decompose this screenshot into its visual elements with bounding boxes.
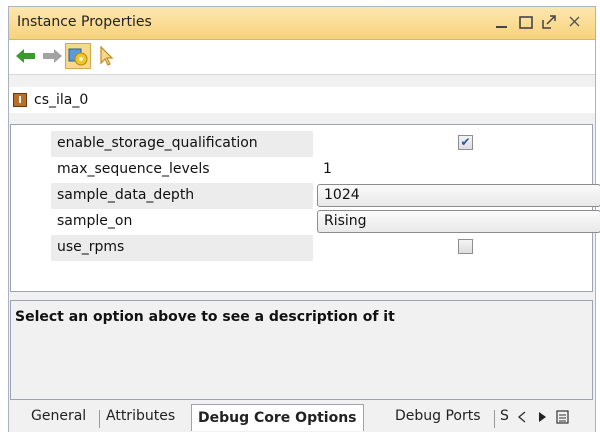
tab-list-icon[interactable] <box>555 408 571 430</box>
tab-general[interactable]: General <box>31 408 86 424</box>
title-bar[interactable]: Instance Properties <box>9 7 595 40</box>
back-arrow-icon[interactable] <box>13 43 39 69</box>
sample-on-dropdown[interactable]: Rising <box>317 210 600 233</box>
property-row[interactable]: max_sequence_levels 1 <box>11 157 592 183</box>
property-label: enable_storage_qualification <box>57 135 258 151</box>
properties-table: enable_storage_qualification ✔ max_seque… <box>10 124 600 292</box>
dropdown-value: Rising <box>324 213 367 229</box>
tab-divider <box>494 410 495 428</box>
close-icon[interactable] <box>564 10 586 34</box>
settings-chip-icon[interactable] <box>65 43 91 69</box>
tab-debug-core-options[interactable]: Debug Core Options <box>191 404 364 431</box>
use-rpms-checkbox[interactable] <box>458 239 473 254</box>
property-row[interactable]: use_rpms <box>11 235 592 261</box>
tab-bar: General Attributes Debug Core Options De… <box>9 402 595 432</box>
property-label: sample_on <box>57 213 133 229</box>
property-label: sample_data_depth <box>57 187 195 203</box>
tab-truncated[interactable]: S <box>500 408 509 424</box>
instance-properties-window: Instance Properties I cs_ila_0 enable_st… <box>8 6 600 432</box>
tab-divider <box>99 410 100 428</box>
select-cursor-icon[interactable] <box>93 43 119 69</box>
forward-arrow-icon[interactable] <box>39 43 65 69</box>
enable-storage-qualification-checkbox[interactable]: ✔ <box>458 135 473 150</box>
minimize-icon[interactable] <box>491 10 513 34</box>
instance-name: cs_ila_0 <box>34 92 89 108</box>
float-window-icon[interactable] <box>539 10 561 34</box>
sample-data-depth-dropdown[interactable]: 1024 <box>317 184 600 207</box>
maximize-icon[interactable] <box>515 10 537 34</box>
instance-header: I cs_ila_0 <box>9 87 595 113</box>
max-sequence-levels-value[interactable]: 1 <box>323 161 332 177</box>
property-row[interactable]: sample_on Rising <box>11 209 600 235</box>
scroll-tabs-right-icon[interactable] <box>535 408 549 430</box>
scroll-tabs-left-icon[interactable] <box>515 408 529 430</box>
property-row[interactable]: enable_storage_qualification ✔ <box>11 131 592 157</box>
tab-attributes[interactable]: Attributes <box>106 408 175 424</box>
instance-icon: I <box>13 93 27 107</box>
window-title: Instance Properties <box>17 14 152 30</box>
property-label: use_rpms <box>57 239 125 255</box>
description-text: Select an option above to see a descript… <box>15 309 395 325</box>
dropdown-value: 1024 <box>324 187 360 203</box>
tab-debug-ports[interactable]: Debug Ports <box>395 408 481 424</box>
property-label: max_sequence_levels <box>57 161 210 177</box>
description-panel: Select an option above to see a descript… <box>10 300 593 400</box>
property-row[interactable]: sample_data_depth 1024 <box>11 183 600 209</box>
toolbar <box>9 40 595 75</box>
